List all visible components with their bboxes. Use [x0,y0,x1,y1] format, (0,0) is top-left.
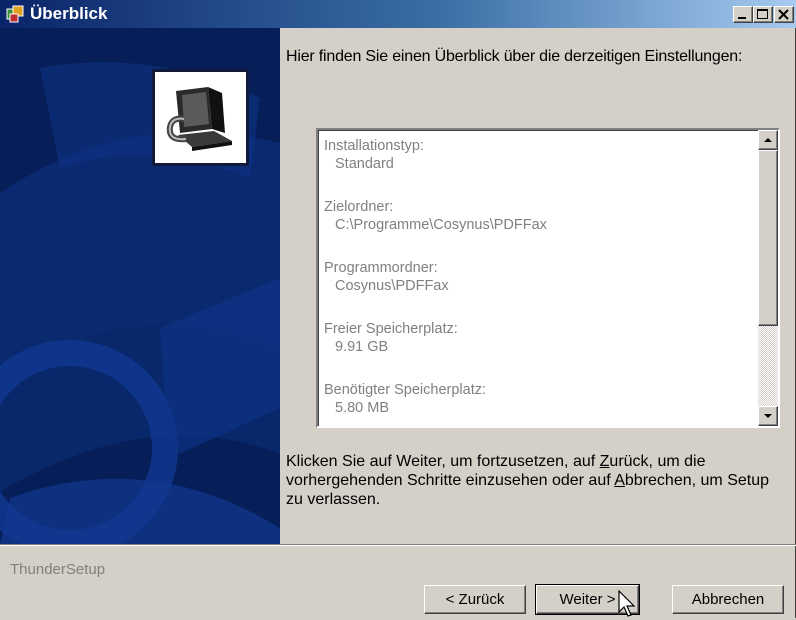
setup-logo [152,69,249,166]
setup-computer-icon [166,87,232,151]
summary-label: Programmordner: [324,260,438,276]
cancel-accelerator: A [614,472,625,489]
close-icon [778,9,789,20]
window-title: Überblick [30,4,108,23]
setup-dialog: Überblick Hier finden Sie einen Überblic… [0,0,796,618]
scroll-down-button[interactable] [758,406,778,426]
title-bar[interactable]: Überblick [0,0,796,28]
summary-value: 5.80 MB [335,400,389,416]
summary-item: Zielordner: C:\Programme\Cosynus\PDFFax [324,198,754,259]
side-banner [0,28,280,544]
summary-label: Benötigter Speicherplatz: [324,382,487,398]
summary-item: Benötigter Speicherplatz: 5.80 MB [324,381,754,426]
close-button[interactable] [774,6,794,23]
summary-item: Programmordner: Cosynus\PDFFax [324,259,754,320]
scrollbar-thumb[interactable] [758,150,778,326]
summary-label: Zielordner: [324,199,394,215]
footer-separator [0,544,796,546]
brand-label: ThunderSetup [10,561,106,578]
summary-label: Installationstyp: [324,138,424,154]
mouse-cursor-icon [618,590,636,617]
summary-value: Standard [335,156,394,172]
arrow-down-icon [764,414,772,418]
instructions-text: Klicken Sie auf Weiter, um fortzusetzen,… [286,452,776,509]
summary-item: Freier Speicherplatz: 9.91 GB [324,320,754,381]
vertical-scrollbar[interactable] [758,130,778,426]
arrow-up-icon [764,138,772,142]
back-accelerator: Z [599,453,610,470]
minimize-icon [738,17,746,19]
summary-value: Cosynus\PDFFax [335,278,449,294]
summary-value: 9.91 GB [335,339,389,355]
instructions-part: Klicken Sie auf Weiter, um fortzusetzen,… [286,453,600,470]
setup-app-icon [6,5,24,23]
intro-text: Hier finden Sie einen Überblick über die… [286,48,743,65]
minimize-button[interactable] [733,6,753,23]
scroll-up-button[interactable] [758,130,778,150]
summary-item: Installationstyp: Standard [324,137,754,198]
maximize-button[interactable] [753,6,773,23]
settings-summary-list: Installationstyp: Standard Zielordner: C… [324,137,754,426]
summary-label: Freier Speicherplatz: [324,321,458,337]
summary-value: C:\Programme\Cosynus\PDFFax [335,217,547,233]
cancel-button[interactable]: Abbrechen [672,585,784,614]
back-button[interactable]: < Zurück [424,585,526,614]
settings-summary-box[interactable]: Installationstyp: Standard Zielordner: C… [316,128,780,428]
maximize-icon [757,9,768,19]
